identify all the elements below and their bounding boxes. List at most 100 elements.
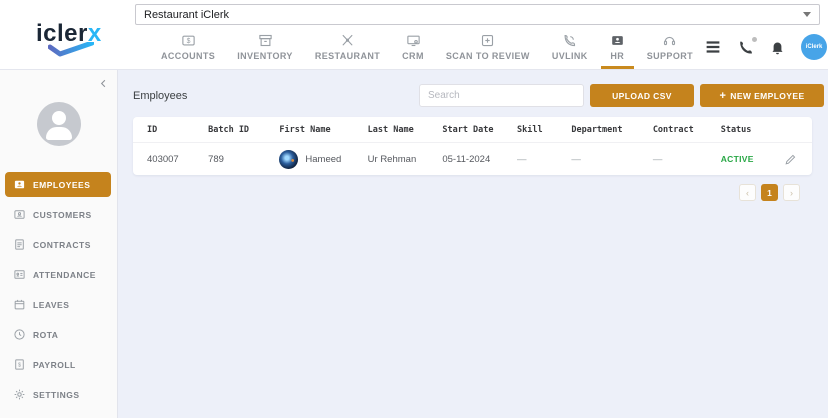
cell-batch-id: 789 [194,154,265,165]
module-tabs: $ ACCOUNTS INVENTORY RESTAURANT CRM SCAN… [130,25,828,69]
hr-badge-icon [610,33,625,48]
employees-table: ID Batch ID First Name Last Name Start D… [133,117,812,175]
sidebar-item-label: SETTINGS [33,390,80,400]
sidebar-item-attendance[interactable]: ATTENDANCE [5,262,111,287]
customers-badge-icon [13,208,26,221]
sidebar: EMPLOYEES CUSTOMERS CONTRACTS ATTENDANCE… [0,70,118,418]
cell-department: — [557,154,638,165]
pagination-prev-button[interactable]: ‹ [739,184,756,201]
notification-dot [752,37,757,42]
sidebar-item-employees[interactable]: EMPLOYEES [5,172,111,197]
tab-label: INVENTORY [237,51,293,61]
sidebar-item-leaves[interactable]: LEAVES [5,292,111,317]
top-bar: iclerx Restaurant iClerk $ ACCOUNTS INVE… [0,0,828,70]
tab-scan-to-review[interactable]: SCAN TO REVIEW [435,25,541,69]
sidebar-collapse-chevron-icon[interactable] [98,76,109,94]
avatar[interactable]: iClerk [801,34,827,60]
col-header-contract: Contract [639,125,707,135]
sidebar-item-label: ATTENDANCE [33,270,96,280]
sidebar-item-customers[interactable]: CUSTOMERS [5,202,111,227]
tab-label: SUPPORT [647,51,693,61]
new-employee-button[interactable]: + NEW EMPLOYEE [700,84,824,107]
main-content: Employees UPLOAD CSV + NEW EMPLOYEE ID Ba… [118,70,828,418]
sidebar-item-label: CUSTOMERS [33,210,92,220]
sidebar-item-contracts[interactable]: CONTRACTS [5,232,111,257]
gear-icon [13,388,26,401]
logo-checkmark-icon [48,42,94,57]
bell-icon[interactable] [769,39,786,56]
tab-support[interactable]: SUPPORT [636,25,704,69]
tab-restaurant[interactable]: RESTAURANT [304,25,391,69]
cell-start-date: 05-11-2024 [428,154,503,165]
sidebar-item-label: EMPLOYEES [33,180,90,190]
tab-label: HR [610,51,624,61]
document-icon [13,238,26,251]
tab-label: RESTAURANT [315,51,380,61]
tab-label: CRM [402,51,424,61]
status-badge: ACTIVE [721,154,754,164]
attendance-card-icon [13,268,26,281]
app-logo: iclerx [0,0,130,69]
page-title: Employees [133,90,187,102]
cell-last-name: Ur Rehman [354,154,429,165]
accounts-icon: $ [181,33,196,48]
upload-csv-button[interactable]: UPLOAD CSV [590,84,694,107]
tab-label: SCAN TO REVIEW [446,51,530,61]
chevron-down-icon [803,12,811,17]
inventory-icon [258,33,273,48]
svg-text:$: $ [186,38,190,45]
sidebar-item-rota[interactable]: ROTA [5,322,111,347]
company-select[interactable]: Restaurant iClerk [135,4,820,25]
tab-inventory[interactable]: INVENTORY [226,25,304,69]
crm-icon [406,33,421,48]
table-row[interactable]: 403007 789 Hameed Ur Rehman 05-11-2024 —… [133,142,812,175]
tab-hr[interactable]: HR [599,25,636,69]
restaurant-icon [340,33,355,48]
cell-id: 403007 [133,154,194,165]
sidebar-item-label: PAYROLL [33,360,76,370]
search-input[interactable] [419,84,584,107]
phone-icon[interactable] [737,39,754,56]
calendar-icon [13,298,26,311]
profile-avatar[interactable] [37,102,81,146]
col-header-start-date: Start Date [428,125,503,135]
sidebar-item-label: LEAVES [33,300,69,310]
col-header-last-name: Last Name [354,125,429,135]
col-header-batch-id: Batch ID [194,125,265,135]
col-header-skill: Skill [503,125,557,135]
sidebar-item-label: CONTRACTS [33,240,91,250]
tab-label: ACCOUNTS [161,51,215,61]
tab-accounts[interactable]: $ ACCOUNTS [150,25,226,69]
tab-crm[interactable]: CRM [391,25,435,69]
tab-label: UVLINK [552,51,588,61]
pagination-next-button[interactable]: › [783,184,800,201]
sidebar-menu: EMPLOYEES CUSTOMERS CONTRACTS ATTENDANCE… [0,172,117,407]
col-header-department: Department [557,125,638,135]
first-name-text: Hameed [305,154,341,165]
col-header-id: ID [133,125,194,135]
table-header-row: ID Batch ID First Name Last Name Start D… [133,117,812,142]
pagination-page-1-button[interactable]: 1 [761,184,778,201]
col-header-status: Status [707,125,755,135]
company-select-value: Restaurant iClerk [144,9,229,21]
cell-skill: — [503,154,557,165]
cell-contract: — [639,154,707,165]
phone-call-icon [562,33,577,48]
sidebar-item-settings[interactable]: SETTINGS [5,382,111,407]
sidebar-item-label: ROTA [33,330,58,340]
payroll-doc-icon: $ [13,358,26,371]
pagination: ‹ 1 › [118,184,800,201]
tab-uvlink[interactable]: UVLINK [541,25,599,69]
cell-first-name: Hameed [265,150,353,169]
edit-pencil-icon[interactable] [784,153,797,166]
svg-text:$: $ [18,362,21,368]
badge-icon [13,178,26,191]
list-icon[interactable] [704,38,722,56]
employee-avatar [279,150,298,169]
sidebar-item-payroll[interactable]: $ PAYROLL [5,352,111,377]
col-header-first-name: First Name [265,125,353,135]
headset-icon [662,33,677,48]
new-employee-label: NEW EMPLOYEE [730,91,804,101]
scan-icon [480,33,495,48]
plus-icon: + [719,90,726,102]
